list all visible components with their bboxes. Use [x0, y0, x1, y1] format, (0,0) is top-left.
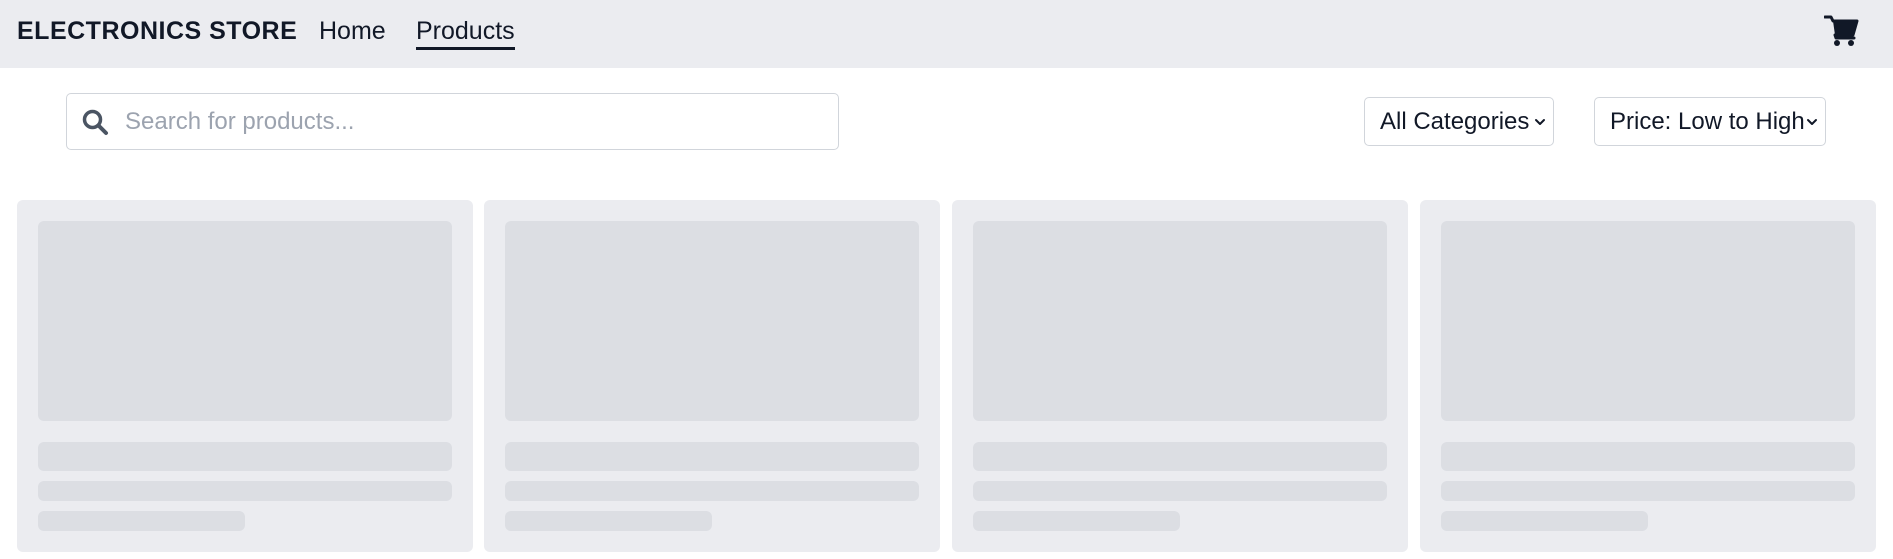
skeleton-price	[38, 511, 245, 531]
skeleton-title	[1441, 442, 1855, 471]
shopping-cart-glyph	[1823, 15, 1859, 46]
nav-link-products[interactable]: Products	[416, 17, 515, 50]
product-card-skeleton	[1420, 200, 1876, 552]
sort-select[interactable]: Price: Low to High	[1594, 97, 1826, 146]
product-card-skeleton	[484, 200, 940, 552]
skeleton-title	[973, 442, 1387, 471]
category-select[interactable]: All Categories	[1364, 97, 1554, 146]
skeleton-price	[973, 511, 1180, 531]
brand-logo[interactable]: ELECTRONICS STORE	[17, 17, 297, 45]
top-navbar: ELECTRONICS STORE Home Products	[0, 0, 1893, 68]
nav-link-home[interactable]: Home	[319, 17, 386, 45]
skeleton-image	[1441, 221, 1855, 421]
skeleton-line	[505, 481, 919, 501]
search-icon	[82, 109, 108, 135]
skeleton-line	[1441, 481, 1855, 501]
search-bar	[66, 93, 839, 150]
skeleton-line	[973, 481, 1387, 501]
skeleton-title	[505, 442, 919, 471]
search-input[interactable]	[117, 102, 833, 142]
skeleton-title	[38, 442, 452, 471]
shopping-cart-icon[interactable]	[1823, 14, 1860, 48]
skeleton-price	[505, 511, 712, 531]
sort-select-value: Price: Low to High	[1610, 108, 1805, 135]
category-select-value: All Categories	[1380, 108, 1530, 135]
chevron-down-icon	[1807, 119, 1817, 125]
skeleton-image	[973, 221, 1387, 421]
product-card-skeleton	[952, 200, 1408, 552]
skeleton-line	[38, 481, 452, 501]
chevron-down-icon	[1535, 119, 1545, 125]
skeleton-image	[505, 221, 919, 421]
product-card-skeleton	[17, 200, 473, 552]
skeleton-image	[38, 221, 452, 421]
skeleton-price	[1441, 511, 1648, 531]
